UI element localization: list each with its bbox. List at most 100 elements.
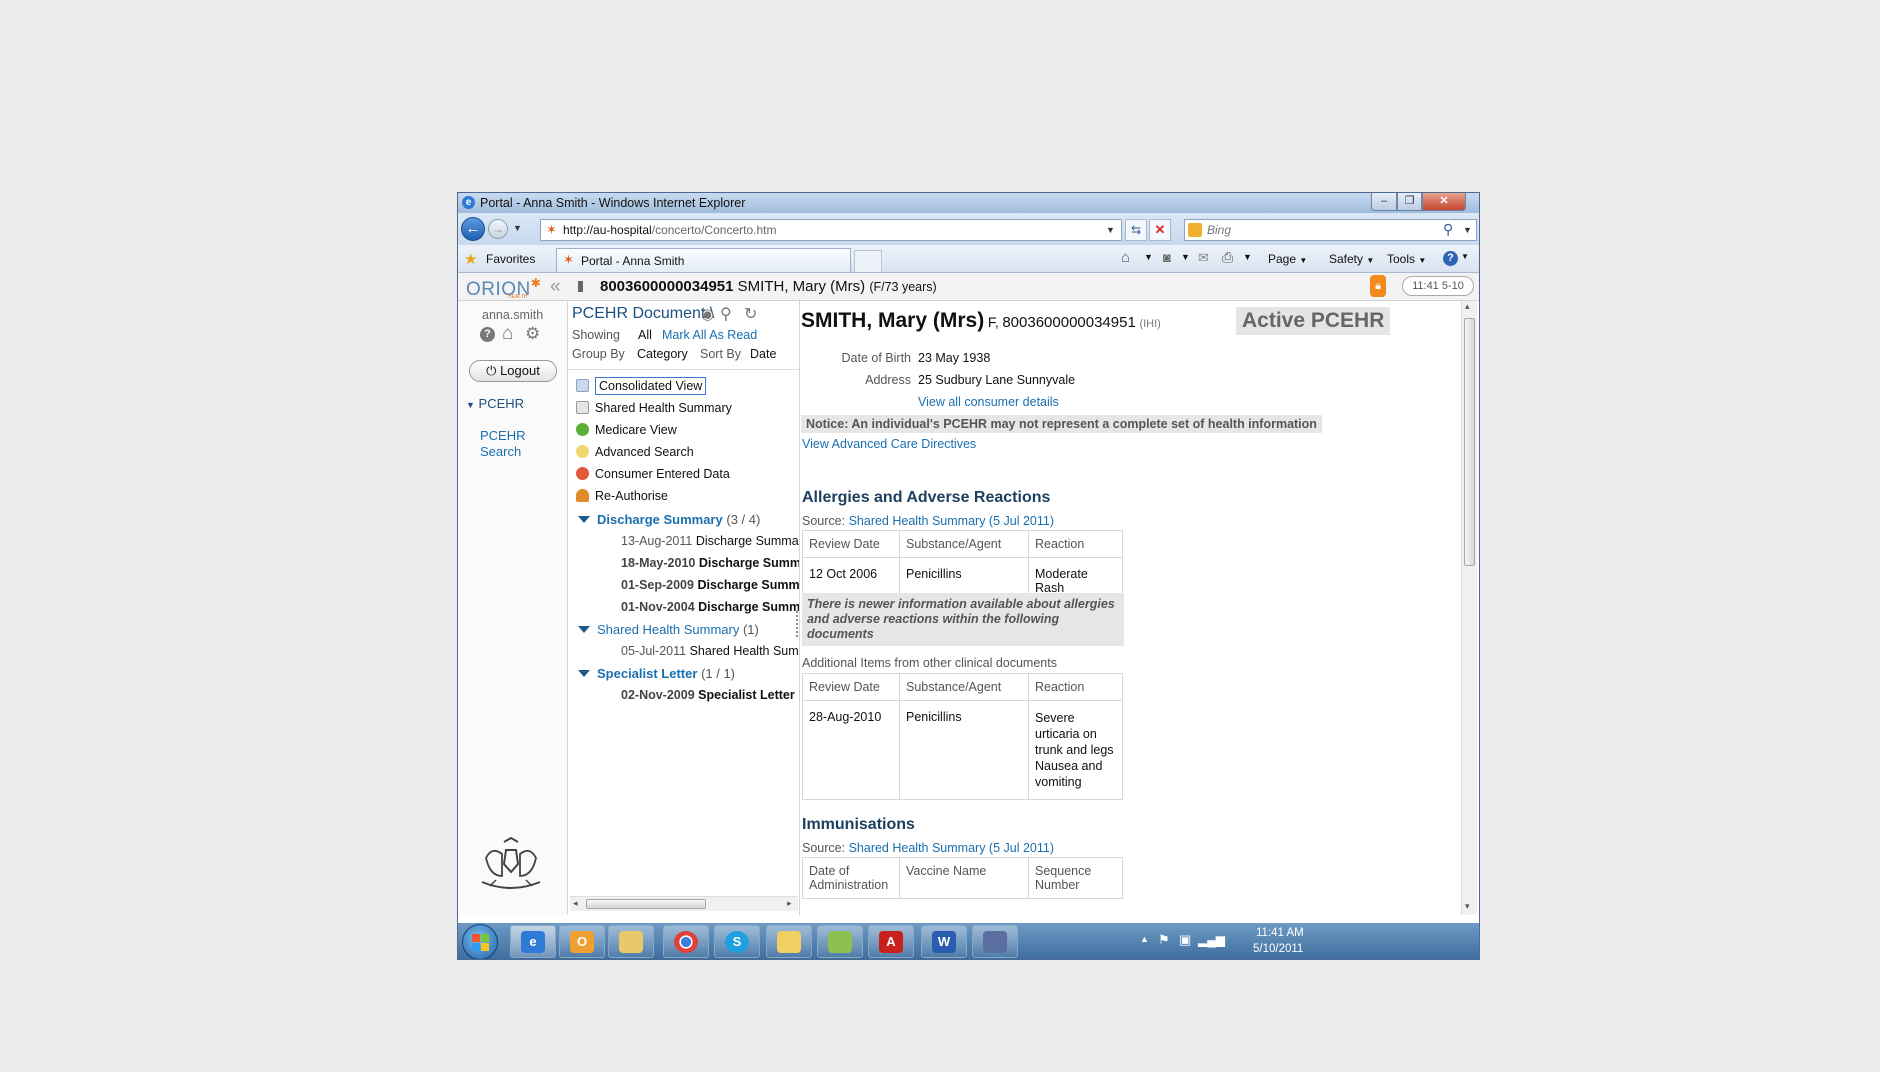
document-item[interactable]: 05-Jul-2011 Shared Health Sum xyxy=(621,644,799,658)
forward-button[interactable]: → xyxy=(488,219,508,239)
taskbar-chrome-button[interactable] xyxy=(663,925,709,958)
clock-time[interactable]: 11:41 AM xyxy=(1256,927,1304,939)
scroll-down-icon[interactable]: ▾ xyxy=(1465,901,1470,912)
taskbar-app-button[interactable] xyxy=(766,925,812,958)
refresh-icon[interactable]: ↻ xyxy=(744,304,757,324)
tray-app-icon[interactable]: ▣ xyxy=(1179,932,1191,948)
chevron-down-icon[interactable]: ▼ xyxy=(1144,252,1153,262)
document-item[interactable]: 01-Sep-2009 Discharge Summ xyxy=(621,578,799,592)
taskbar-project-button[interactable] xyxy=(817,925,863,958)
taskbar-outlook-button[interactable]: O xyxy=(559,925,605,958)
volume-icon[interactable]: 🔈︎ xyxy=(1220,932,1228,948)
maximize-button[interactable]: ❐ xyxy=(1397,193,1422,211)
additional-items-table: Review Date Substance/Agent Reaction 28-… xyxy=(802,673,1123,800)
scroll-right-icon[interactable]: ▸ xyxy=(787,898,792,909)
print-icon[interactable]: ⎙ xyxy=(1222,249,1233,266)
logo-subtitle: HEALTH xyxy=(508,294,528,300)
dob-label: Date of Birth xyxy=(841,351,911,365)
group-discharge-summary[interactable]: Discharge Summary (3 / 4) xyxy=(578,512,760,527)
compatibility-icon[interactable]: ⇆ xyxy=(1125,219,1147,241)
eye-icon[interactable]: ◉ xyxy=(701,305,714,323)
help-icon[interactable]: ? xyxy=(480,327,495,342)
chevron-down-icon[interactable]: ▼ xyxy=(1181,252,1190,262)
lock-icon[interactable]: 🔒︎ xyxy=(1370,275,1386,297)
time-badge[interactable]: 11:41 5-10 xyxy=(1402,276,1474,296)
allergies-source-link[interactable]: Shared Health Summary (5 Jul 2011) xyxy=(849,514,1054,528)
search-icon[interactable]: ⚲ xyxy=(720,304,732,324)
flag-icon[interactable]: ⚑ xyxy=(1158,932,1170,948)
taskbar-ie-button[interactable]: e xyxy=(510,925,556,958)
nav-advanced-search[interactable]: Advanced Search xyxy=(576,445,694,459)
document-item[interactable]: 01-Nov-2004 Discharge Summ xyxy=(621,600,799,614)
tray-expand-icon[interactable]: ▲ xyxy=(1140,934,1149,944)
view-acd-link[interactable]: View Advanced Care Directives xyxy=(802,437,976,451)
sort-by-value[interactable]: Date xyxy=(750,347,776,361)
safety-menu[interactable]: Safety ▼ xyxy=(1329,252,1374,266)
taskbar-editor-button[interactable] xyxy=(972,925,1018,958)
back-button[interactable]: ← xyxy=(461,217,485,241)
gear-icon[interactable]: ⚙ xyxy=(525,324,540,344)
mail-icon[interactable]: ✉ xyxy=(1198,250,1209,266)
pcehr-search-link[interactable]: PCEHR Search xyxy=(480,428,526,460)
stop-icon[interactable]: ✕ xyxy=(1149,219,1171,241)
scroll-left-icon[interactable]: ◂ xyxy=(573,898,578,909)
taskbar-pdf-button[interactable]: A xyxy=(868,925,914,958)
patient-ihi: 8003600000034951 xyxy=(1002,314,1136,331)
taskbar-explorer-button[interactable] xyxy=(608,925,654,958)
minimize-button[interactable]: – xyxy=(1371,193,1397,211)
favorites-button[interactable]: Favorites xyxy=(486,252,535,266)
document-item[interactable]: 13-Aug-2011 Discharge Summa xyxy=(621,534,799,548)
group-specialist-letter[interactable]: Specialist Letter (1 / 1) xyxy=(578,666,735,681)
rss-icon[interactable]: ◙ xyxy=(1163,250,1171,265)
new-tab-button[interactable] xyxy=(854,250,882,272)
page-menu[interactable]: Page ▼ xyxy=(1268,252,1307,266)
chevron-down-icon[interactable]: ▼ xyxy=(1106,225,1115,235)
group-shared-health-summary[interactable]: Shared Health Summary (1) xyxy=(578,622,759,637)
chevron-down-icon xyxy=(578,516,590,523)
search-icon[interactable]: ⚲ xyxy=(1443,221,1453,238)
scroll-thumb[interactable] xyxy=(586,899,706,909)
close-button[interactable]: ✕ xyxy=(1422,193,1466,211)
tools-menu[interactable]: Tools ▼ xyxy=(1387,252,1426,266)
drag-handle-icon[interactable] xyxy=(578,281,583,292)
tab-portal[interactable]: ✶ Portal - Anna Smith xyxy=(556,248,851,272)
nav-re-authorise[interactable]: Re-Authorise xyxy=(576,489,668,503)
logout-button[interactable]: ⏻ Logout xyxy=(469,360,557,382)
chevron-down-icon[interactable]: ▼ xyxy=(1463,225,1472,235)
chevron-down-icon[interactable]: ▼ xyxy=(1243,252,1252,262)
address-value: 25 Sudbury Lane Sunnyvale xyxy=(918,373,1076,387)
chevron-down-icon[interactable]: ▼ xyxy=(1461,252,1469,261)
star-icon[interactable]: ★ xyxy=(464,250,477,268)
document-item[interactable]: 18-May-2010 Discharge Summ xyxy=(621,556,799,570)
mark-all-read-link[interactable]: Mark All As Read xyxy=(662,328,757,342)
taskbar-word-button[interactable]: W xyxy=(921,925,967,958)
view-consumer-details-link[interactable]: View all consumer details xyxy=(918,395,1059,409)
document-item[interactable]: 02-Nov-2009 Specialist Letter xyxy=(621,688,795,702)
horizontal-scrollbar[interactable]: ◂ ▸ xyxy=(570,896,798,911)
chevron-down-icon[interactable]: ▼ xyxy=(513,223,522,233)
search-input[interactable]: Bing xyxy=(1207,223,1231,237)
scroll-up-icon[interactable]: ▴ xyxy=(1465,301,1470,312)
taskbar-skype-button[interactable]: S xyxy=(714,925,760,958)
collapse-sidebar-icon[interactable]: « xyxy=(550,276,561,298)
vertical-scrollbar[interactable]: ▴ ▾ xyxy=(1461,301,1477,915)
home-icon[interactable]: ⌂ xyxy=(1121,249,1130,266)
nav-consolidated-view[interactable]: Consolidated View xyxy=(576,377,707,395)
clock-date[interactable]: 5/10/2011 xyxy=(1253,943,1303,955)
group-by-value[interactable]: Category xyxy=(637,347,688,361)
scroll-thumb[interactable] xyxy=(1464,318,1475,566)
nav-shared-health-summary[interactable]: Shared Health Summary xyxy=(576,401,732,415)
resize-handle[interactable] xyxy=(796,611,799,637)
nav-consumer-entered-data[interactable]: Consumer Entered Data xyxy=(576,467,730,481)
start-button[interactable] xyxy=(462,924,498,959)
filter-all[interactable]: All xyxy=(638,328,652,342)
help-icon[interactable]: ? xyxy=(1443,251,1458,266)
chevron-down-icon: ▼ xyxy=(1299,256,1308,265)
home-icon[interactable]: ⌂ xyxy=(502,323,513,345)
newer-info-note: There is newer information available abo… xyxy=(802,593,1124,646)
pcehr-section-toggle[interactable]: ▼ PCEHR xyxy=(466,396,524,411)
nav-medicare-view[interactable]: Medicare View xyxy=(576,423,677,437)
immunisations-source-link[interactable]: Shared Health Summary (5 Jul 2011) xyxy=(849,841,1054,855)
address-bar[interactable]: ✶ http://au-hospital/concerto/Concerto.h… xyxy=(540,219,1122,241)
search-box[interactable]: Bing ⚲ ▼ xyxy=(1184,219,1477,241)
